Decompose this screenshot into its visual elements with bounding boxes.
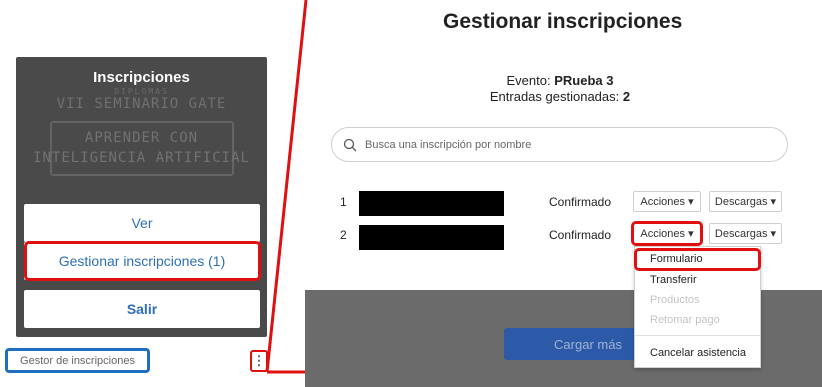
card-bg-line-2: INTELIGENCIA ARTIFICIAL [33, 150, 250, 166]
search-placeholder: Busca una inscripción por nombre [365, 138, 532, 151]
row-status: Confirmado [549, 195, 612, 209]
menu-item-cancelar-asistencia[interactable]: Cancelar asistencia [650, 347, 746, 359]
search-icon [343, 138, 357, 151]
redacted-name [359, 225, 504, 250]
descargas-dropdown[interactable]: Descargas ▾ [709, 191, 782, 212]
gestor-inscripciones-link[interactable]: Gestor de inscripciones [5, 348, 150, 373]
menu-divider [635, 335, 760, 336]
row-number: 1 [340, 195, 347, 209]
salir-button[interactable]: Salir [24, 290, 260, 328]
card-bg-line-1: APRENDER CON [84, 130, 199, 146]
caret-down-icon: ▾ [688, 196, 694, 208]
row-number: 2 [340, 228, 347, 242]
page-title: Gestionar inscripciones [443, 10, 683, 33]
ver-button[interactable]: Ver [24, 204, 260, 242]
descargas-dropdown[interactable]: Descargas ▾ [709, 223, 782, 244]
caret-down-icon: ▾ [770, 228, 777, 240]
acciones-dropdown[interactable]: Acciones ▾ [633, 191, 701, 212]
menu-item-transferir[interactable]: Transferir [650, 274, 697, 286]
acciones-label: Acciones [640, 195, 686, 208]
event-label: Evento: [506, 73, 551, 88]
event-name: PRueba 3 [554, 73, 614, 88]
entries-info: Entradas gestionadas: 2 [470, 89, 650, 104]
gestionar-highlight [24, 241, 261, 281]
card-bg-caption: DIPLOMAS [114, 87, 169, 96]
redacted-name [359, 191, 504, 216]
formulario-highlight [634, 248, 761, 271]
search-input[interactable]: Busca una inscripción por nombre [331, 127, 788, 162]
entries-count: 2 [622, 89, 631, 104]
entries-label: Entradas gestionadas: [489, 89, 620, 104]
caret-down-icon: ▾ [770, 196, 777, 208]
descargas-label: Descargas [714, 195, 768, 208]
descargas-label: Descargas [714, 227, 768, 240]
row-status: Confirmado [549, 228, 612, 242]
event-info: Evento: PRueba 3 [470, 73, 650, 88]
event-card: DIPLOMAS VII SEMINARIO GATE APRENDER CON… [16, 57, 267, 337]
menu-item-productos: Productos [650, 294, 700, 306]
menu-item-retomar-pago: Retomar pago [650, 314, 720, 326]
card-title: Inscripciones [93, 69, 190, 86]
card-bg-seminar-text: VII SEMINARIO GATE [56, 96, 227, 112]
more-vertical-icon[interactable]: ⋮ [250, 350, 268, 372]
acciones-highlight [631, 221, 703, 246]
